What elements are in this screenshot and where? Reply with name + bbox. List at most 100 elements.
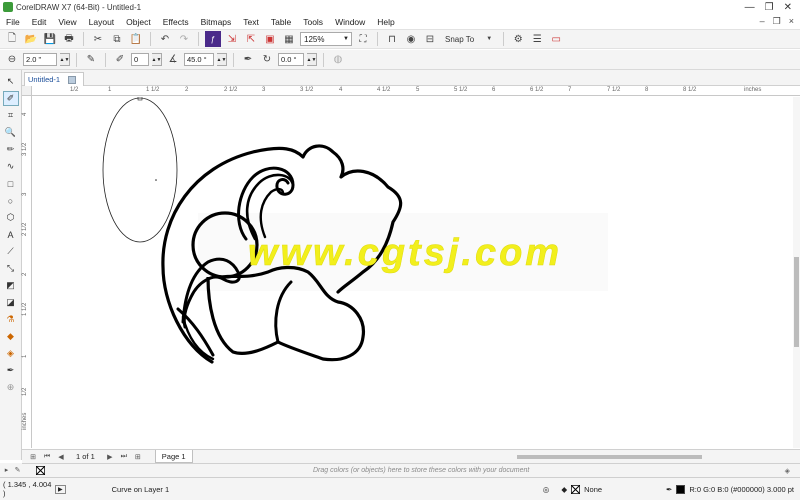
no-color-swatch[interactable]	[36, 466, 45, 475]
doc-restore-icon[interactable]: ❐	[773, 16, 781, 27]
polygon-tool-icon[interactable]: ⬡	[3, 210, 19, 225]
ruler-origin[interactable]	[22, 86, 32, 96]
application-launcher-icon[interactable]: ☰	[529, 31, 545, 47]
menu-layout[interactable]: Layout	[89, 17, 115, 27]
page-tab[interactable]: Page 1	[154, 450, 193, 463]
menu-view[interactable]: View	[58, 17, 76, 27]
horizontal-scrollbar-thumb[interactable]	[517, 455, 702, 459]
outline-color-swatch[interactable]	[676, 484, 686, 494]
text-tool-icon[interactable]: A	[3, 227, 19, 242]
add-page-icon[interactable]: ⊞	[28, 452, 38, 462]
publish-pdf-icon[interactable]: ▣	[262, 31, 278, 47]
prev-page-icon[interactable]: ◀	[56, 452, 66, 462]
status-toggle-icon[interactable]: ▶	[55, 484, 66, 494]
search-content-icon[interactable]: ƒ	[205, 31, 221, 47]
menu-object[interactable]: Object	[126, 17, 151, 27]
shape-tool-icon[interactable]: ✐	[2, 91, 19, 106]
copy-icon[interactable]: ⧉	[109, 31, 125, 47]
nib-angle-field[interactable]: 45.0 °	[184, 53, 214, 66]
outline-pen-icon[interactable]: ✒	[666, 485, 672, 494]
full-screen-icon[interactable]: ⛶	[355, 31, 371, 47]
document-palette[interactable]: Drag colors (or objects) here to store t…	[22, 463, 800, 477]
fill-swatch[interactable]	[571, 484, 581, 494]
show-grid-icon[interactable]: ◉	[403, 31, 419, 47]
freehand-smoothing-icon[interactable]: ✎	[83, 52, 99, 68]
interactive-fill-icon[interactable]: ◆	[3, 329, 19, 344]
vertical-scrollbar[interactable]	[793, 97, 800, 448]
show-guidelines-icon[interactable]: ⊟	[422, 31, 438, 47]
options-icon[interactable]: ⚙	[510, 31, 526, 47]
menu-file[interactable]: File	[6, 17, 20, 27]
add-page-end-icon[interactable]: ⊞	[133, 452, 143, 462]
bounding-box-icon[interactable]: ◍	[330, 52, 346, 68]
menu-bitmaps[interactable]: Bitmaps	[201, 17, 232, 27]
parallel-dimension-icon[interactable]: ⟋	[3, 244, 19, 259]
zoom-tool-icon[interactable]: 🔍	[3, 125, 19, 140]
menu-text[interactable]: Text	[243, 17, 259, 27]
open-icon[interactable]: 📂	[23, 31, 39, 47]
transparency-tool-icon[interactable]: ◪	[3, 295, 19, 310]
menu-window[interactable]: Window	[335, 17, 365, 27]
new-icon[interactable]: 🗋	[4, 31, 20, 47]
show-rulers-icon[interactable]: ⊓	[384, 31, 400, 47]
vertical-ruler[interactable]: 4 3 1/2 3 2 1/2 2 1 1/2 1 1/2 inches	[22, 96, 32, 448]
doc-minimize-icon[interactable]: –	[760, 16, 765, 27]
last-page-icon[interactable]: ⏭	[119, 452, 129, 462]
rotation-field[interactable]: 0.0 °	[278, 53, 304, 66]
nib-angle-spinner[interactable]: ▲▼	[217, 53, 227, 66]
maximize-button[interactable]: ❐	[765, 2, 774, 13]
menu-edit[interactable]: Edit	[32, 17, 47, 27]
crop-tool-icon[interactable]: ⌗	[3, 108, 19, 123]
chevron-down-icon[interactable]: ▼	[481, 31, 497, 47]
add-document-icon[interactable]	[68, 75, 77, 84]
zoom-level-field[interactable]: 125% ▼	[300, 32, 352, 46]
freehand-tool-icon[interactable]: ✏	[3, 142, 19, 157]
horizontal-ruler[interactable]: 1/2 1 1 1/2 2 2 1/2 3 3 1/2 4 4 1/2 5 5 1/2 6 6 1/2 7…	[32, 86, 800, 96]
pick-tool-icon[interactable]: ↖	[3, 74, 19, 89]
nib-size-field[interactable]: 0	[131, 53, 149, 66]
ellipse-node-handle[interactable]	[137, 97, 143, 101]
connector-tool-icon[interactable]: ⤡	[3, 261, 19, 276]
menu-help[interactable]: Help	[377, 17, 394, 27]
color-profile-icon[interactable]: ◎	[543, 485, 550, 494]
save-icon[interactable]: 💾	[42, 31, 58, 47]
rectangle-tool-icon[interactable]: □	[3, 176, 19, 191]
palette-expand-icon[interactable]: ◈	[785, 467, 790, 475]
ellipse-tool-icon[interactable]: ○	[3, 193, 19, 208]
doc-close-icon[interactable]: ×	[789, 16, 794, 27]
app-launcher-icon[interactable]: ▦	[281, 31, 297, 47]
add-tool-icon[interactable]: ⊕	[3, 380, 19, 395]
close-button[interactable]: ✕	[784, 2, 792, 13]
outline-pen-icon[interactable]: ✒	[3, 363, 19, 378]
menu-tools[interactable]: Tools	[303, 17, 323, 27]
calligraphy-icon[interactable]: ✒	[240, 52, 256, 68]
palette-scroll-icon[interactable]: ▸	[2, 465, 11, 475]
outline-width-spinner[interactable]: ▲▼	[60, 53, 70, 66]
undo-icon[interactable]: ↶	[157, 31, 173, 47]
minimize-button[interactable]: —	[745, 2, 755, 13]
import-icon[interactable]: ⇲	[224, 31, 240, 47]
eyedropper-icon[interactable]: ✎	[13, 465, 22, 475]
color-eyedropper-icon[interactable]: ⚗	[3, 312, 19, 327]
rotation-spinner[interactable]: ▲▼	[307, 53, 317, 66]
paste-icon[interactable]: 📋	[128, 31, 144, 47]
artistic-media-icon[interactable]: ∿	[3, 159, 19, 174]
first-page-icon[interactable]: ⏮	[42, 452, 52, 462]
snap-to-dropdown[interactable]: Snap To	[441, 35, 478, 44]
menu-effects[interactable]: Effects	[163, 17, 189, 27]
outline-width-field[interactable]: 2.0 "	[23, 53, 57, 66]
smart-fill-icon[interactable]: ◈	[3, 346, 19, 361]
redo-icon[interactable]: ↷	[176, 31, 192, 47]
drop-shadow-icon[interactable]: ◩	[3, 278, 19, 293]
export-icon[interactable]: ⇱	[243, 31, 259, 47]
menu-table[interactable]: Table	[271, 17, 291, 27]
welcome-screen-icon[interactable]: ▭	[548, 31, 564, 47]
selected-ellipse[interactable]	[102, 97, 178, 243]
drawing-canvas[interactable]: www.cgtsj.com	[33, 97, 793, 448]
nib-size-spinner[interactable]: ▲▼	[152, 53, 162, 66]
next-page-icon[interactable]: ▶	[105, 452, 115, 462]
print-icon[interactable]: 🖶	[61, 31, 77, 47]
document-tab[interactable]: Untitled-1	[24, 72, 84, 86]
vertical-scrollbar-thumb[interactable]	[794, 257, 799, 347]
cut-icon[interactable]: ✂	[90, 31, 106, 47]
